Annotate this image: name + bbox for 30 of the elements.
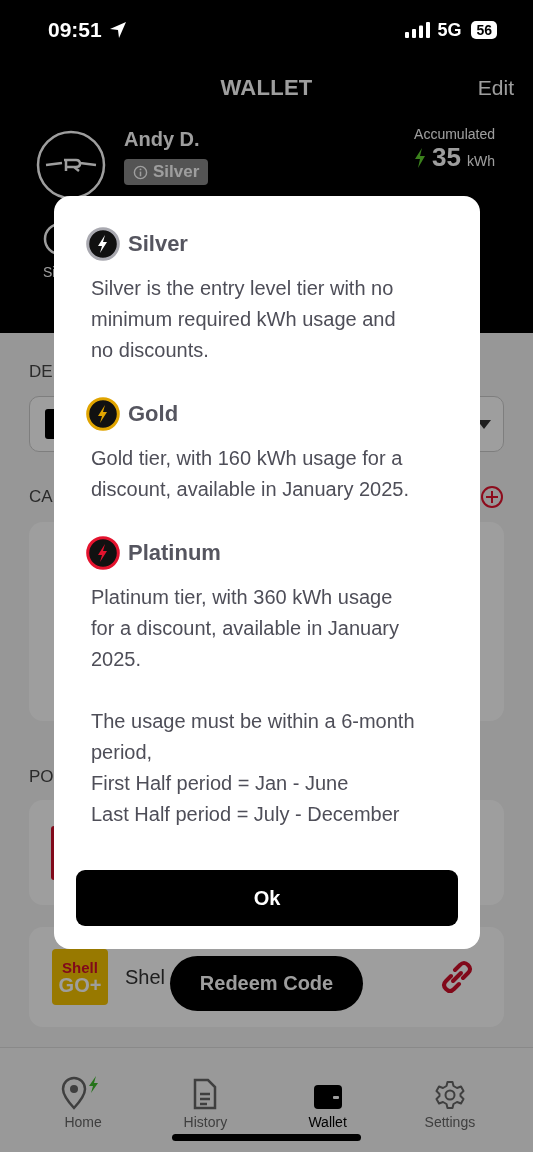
section-label: CA <box>29 487 53 507</box>
status-time: 09:51 <box>48 18 102 42</box>
tab-item[interactable]: Settings <box>388 1048 511 1130</box>
tier-description: Platinum tier, with 360 kWh usage for a discount, available in January 2025. <box>91 585 400 672</box>
accumulated-label: Accumulated <box>414 126 495 142</box>
tab-item[interactable]: Home <box>22 1048 145 1130</box>
section-label: PO <box>29 767 54 787</box>
tier-title: Silver <box>128 231 188 257</box>
redeem-code-button[interactable]: Redeem Code <box>170 956 363 1011</box>
edit-link[interactable]: Edit <box>477 76 514 100</box>
ok-button[interactable]: Ok <box>76 870 458 926</box>
tier-description: Silver is the entry level tier with no minimum required kWh usage and no discounts. <box>91 276 397 363</box>
usage-note: The usage must be within a 6-month period, <box>91 709 416 765</box>
battery-indicator: 56 <box>471 21 497 39</box>
stat-label: Si <box>43 264 56 280</box>
user-name: Andy D. <box>124 128 201 151</box>
section-label: DE <box>29 362 53 382</box>
usage-note: First Half period = Jan - June <box>91 771 350 796</box>
tier-title: Gold <box>128 401 179 427</box>
tab-item[interactable]: Wallet <box>266 1048 389 1130</box>
accumulated-value: 35 <box>432 142 461 173</box>
network-label: 5G <box>437 19 462 41</box>
partner-name: Shel <box>125 965 166 989</box>
partner-logo: Shell GO+ <box>52 949 108 1005</box>
tier-title: Platinum <box>128 540 221 566</box>
tab-item[interactable]: History <box>144 1048 267 1130</box>
page-title: WALLET <box>220 75 313 101</box>
accumulated-unit: kWh <box>467 152 495 169</box>
usage-note: Last Half period = July - December <box>91 802 401 827</box>
tier-description: Gold tier, with 160 kWh usage for a discount, available in January 2025. <box>91 446 410 502</box>
